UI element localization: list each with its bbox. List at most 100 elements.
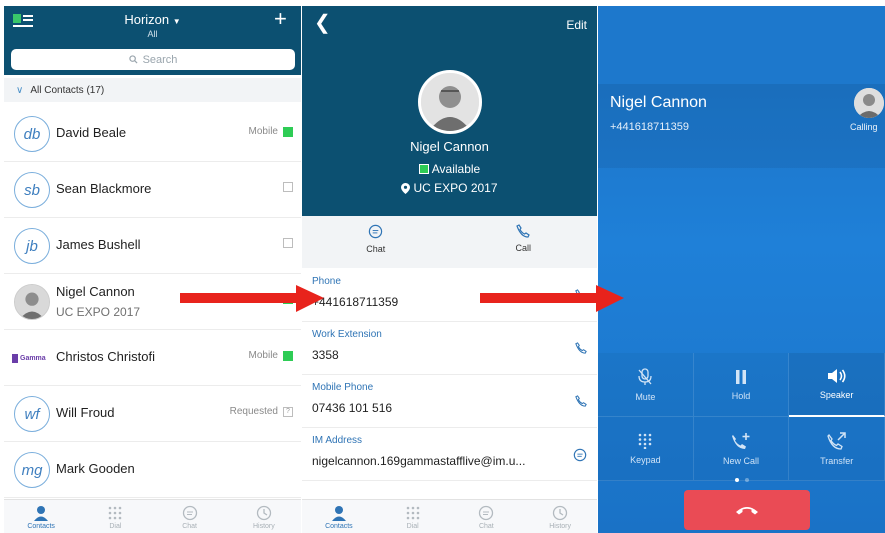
- search-input[interactable]: Search: [11, 49, 295, 70]
- presence-available-icon: [283, 126, 293, 137]
- presence-requested-icon: ?: [283, 406, 293, 417]
- field-label: Work Extension: [312, 329, 382, 340]
- presence-available-icon: [418, 164, 429, 174]
- pause-icon: [735, 369, 746, 384]
- contact-name: James Bushell: [56, 237, 141, 252]
- contact-row[interactable]: jb James Bushell: [4, 218, 301, 274]
- field-value: +441618711359: [312, 295, 399, 309]
- tab-label: Chat: [182, 523, 198, 530]
- contact-name: Mark Gooden: [56, 461, 135, 476]
- contact-row[interactable]: db David Beale Mobile: [4, 106, 301, 162]
- work-extension-field[interactable]: Work Extension 3358: [302, 322, 597, 375]
- contact-initials-avatar: sb: [14, 172, 50, 208]
- back-chevron-icon[interactable]: ❮: [314, 10, 331, 35]
- control-label: Keypad: [630, 454, 661, 465]
- contact-row[interactable]: Gamma Christos Christofi Mobile: [4, 330, 301, 386]
- contact-photo: [418, 70, 482, 134]
- end-call-button[interactable]: [684, 490, 810, 530]
- tab-label: Chat: [478, 523, 494, 530]
- contact-name: Sean Blackmore: [56, 181, 152, 196]
- logo-text: Gamma: [20, 354, 46, 362]
- presence-label: Requested: [229, 406, 278, 417]
- page-dot-active: [734, 478, 739, 482]
- contact-actions: Chat Call: [302, 216, 597, 268]
- presence-status: Requested?: [230, 406, 293, 417]
- keypad-icon: [406, 506, 419, 520]
- control-label: Transfer: [820, 455, 854, 466]
- history-icon: [552, 505, 568, 521]
- contacts-section-header[interactable]: ∨ All Contacts (17): [4, 78, 301, 102]
- transfer-icon: [826, 431, 846, 450]
- presence-status: [278, 238, 293, 248]
- contact-detail-screen: ❮ Edit Nigel Cannon Available UC EXPO 20…: [302, 6, 597, 533]
- contact-initials-avatar: wf: [14, 396, 50, 432]
- search-icon: [128, 55, 138, 64]
- mute-button[interactable]: Mute: [598, 353, 694, 417]
- new-call-button[interactable]: New Call: [693, 417, 790, 481]
- contact-row[interactable]: mg Mark Gooden: [4, 442, 301, 498]
- history-icon: [256, 505, 272, 521]
- contact-initials-avatar: mg: [14, 452, 50, 488]
- tab-contacts[interactable]: Contacts: [302, 500, 376, 533]
- contact-row[interactable]: wf Will Froud Requested?: [4, 386, 301, 442]
- keypad-button[interactable]: Keypad: [598, 417, 694, 481]
- presence-status: Mobile: [249, 126, 293, 137]
- presence-status: Mobile: [249, 350, 293, 361]
- contact-initials-avatar: db: [14, 116, 50, 152]
- location-label: UC EXPO 2017: [413, 181, 498, 195]
- im-address-field[interactable]: IM Address nigelcannon.169gammastafflive…: [302, 428, 597, 481]
- page-dot: [744, 478, 749, 482]
- tab-contacts[interactable]: Contacts: [4, 500, 78, 533]
- call-action-button[interactable]: Call: [450, 216, 598, 268]
- location-pin-icon: [401, 182, 411, 194]
- tab-chat[interactable]: Chat: [153, 500, 227, 533]
- keypad-icon: [109, 506, 122, 520]
- control-label: Speaker: [819, 390, 854, 400]
- screenshot-stage: Horizon ▼ All + Search ∨ All Contacts (1…: [0, 0, 885, 533]
- phone-icon[interactable]: [575, 395, 587, 407]
- hold-button[interactable]: Hold: [693, 353, 790, 417]
- contact-name: Will Froud: [56, 405, 115, 420]
- contact-photo-avatar: [14, 284, 50, 320]
- field-label: IM Address: [312, 435, 363, 446]
- field-value: 3358: [312, 348, 339, 362]
- tab-history[interactable]: History: [227, 500, 301, 533]
- edit-button[interactable]: Edit: [566, 18, 587, 32]
- field-value: 07436 101 516: [312, 401, 393, 415]
- tab-chat[interactable]: Chat: [450, 500, 524, 533]
- tab-label: History: [252, 523, 275, 530]
- contacts-screen: Horizon ▼ All + Search ∨ All Contacts (1…: [4, 6, 301, 533]
- chat-action-button[interactable]: Chat: [302, 216, 450, 268]
- keypad-icon: [639, 433, 652, 449]
- availability-status: Available: [302, 162, 597, 176]
- contact-detail-header: ❮ Edit Nigel Cannon Available UC EXPO 20…: [302, 6, 597, 216]
- person-icon: [331, 506, 346, 521]
- speaker-button[interactable]: Speaker: [789, 353, 885, 417]
- transfer-button[interactable]: Transfer: [789, 417, 885, 481]
- contact-initials-avatar: jb: [14, 228, 50, 264]
- phone-icon: [516, 224, 531, 238]
- phone-icon[interactable]: [575, 342, 587, 354]
- brand-selector[interactable]: Horizon ▼: [4, 12, 301, 27]
- presence-offline-icon: [283, 182, 293, 192]
- presence-status: [278, 182, 293, 192]
- search-placeholder: Search: [142, 53, 178, 66]
- contact-name: Christos Christofi: [56, 349, 155, 364]
- contact-row[interactable]: sb Sean Blackmore: [4, 162, 301, 218]
- mobile-phone-field[interactable]: Mobile Phone 07436 101 516: [302, 375, 597, 428]
- add-contact-icon[interactable]: +: [274, 7, 287, 31]
- tab-dial[interactable]: Dial: [376, 500, 450, 533]
- contact-location: UC EXPO 2017: [56, 305, 141, 319]
- caller-name: Nigel Cannon: [610, 94, 707, 111]
- tab-history[interactable]: History: [523, 500, 597, 533]
- call-state: Calling: [850, 122, 878, 132]
- brand-name: Horizon: [124, 12, 170, 27]
- hang-up-icon: [736, 507, 758, 515]
- tab-label: Dial: [109, 523, 122, 530]
- tab-dial[interactable]: Dial: [78, 500, 152, 533]
- control-label: Mute: [635, 391, 656, 402]
- chat-icon[interactable]: [573, 448, 587, 462]
- annotation-arrow-right: [480, 285, 624, 312]
- call-top-band: [598, 6, 885, 84]
- presence-label: Mobile: [248, 126, 278, 137]
